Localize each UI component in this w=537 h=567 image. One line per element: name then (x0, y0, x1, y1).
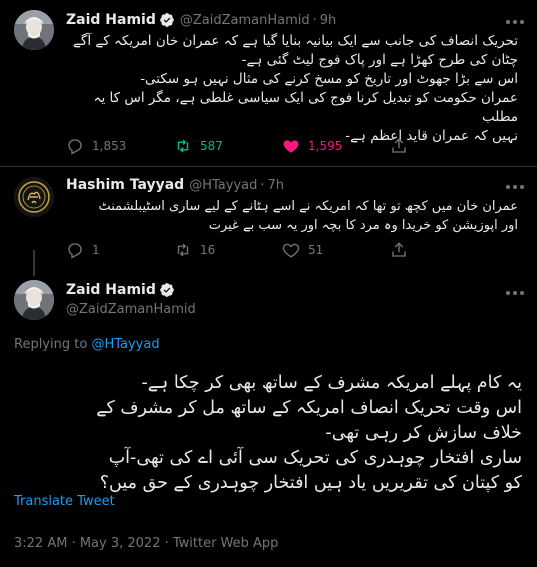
tweet-line: چٹان کی طرح کھڑا ہے اور پاک فوج لیٹ گئی … (241, 52, 518, 68)
like-count: 51 (308, 243, 324, 257)
tweet-meta[interactable]: 3:22 AM · May 3, 2022 · Twitter Web App (14, 536, 278, 551)
tweet-3-focused: Zaid Hamid @ZaidZamanHamid Replying to @… (0, 277, 537, 567)
retweet-button[interactable]: 16 (174, 241, 282, 259)
heart-icon (282, 243, 300, 258)
verified-badge-icon (160, 13, 174, 27)
reply-icon (68, 139, 82, 155)
timestamp[interactable]: 7h (268, 178, 285, 193)
reply-icon (68, 243, 82, 259)
tweet-2-actions: 1 16 51 (66, 241, 416, 259)
like-button[interactable]: 1,595 (282, 137, 390, 155)
tweet-2[interactable]: Hashim Tayyad @HTayyad · 7h عمران خان می… (0, 167, 537, 267)
tweet-line: خلاف سازش کر رہی تھی- (325, 423, 522, 443)
tweet-1-header: Zaid Hamid @ZaidZamanHamid · 9h (66, 12, 336, 28)
more-icon[interactable] (506, 185, 524, 189)
replying-to: Replying to @HTayyad (14, 337, 160, 352)
separator-dot: · (260, 177, 265, 193)
tweet-1[interactable]: Zaid Hamid @ZaidZamanHamid · 9h تحریک ان… (0, 0, 537, 165)
retweet-count: 16 (200, 243, 216, 257)
tweet-line: اس وقت تحریک انصاف امریکہ کے ساتھ مل کر … (96, 398, 522, 418)
tweet-line: ساری افتخار چوہدری کی تحریک سی آئی اے کی… (108, 448, 522, 468)
tweet-1-text: تحریک انصاف کی جانب سے ایک بیانیہ بنایا … (66, 32, 518, 146)
tweet-line: کو کپتان کی تقریریں یاد ہیں افتخار چوہدر… (99, 473, 522, 493)
more-icon[interactable] (506, 20, 524, 24)
tweet-line: تحریک انصاف کی جانب سے ایک بیانیہ بنایا … (72, 33, 518, 49)
tweet-line: اس سے بڑا جھوٹ اور تاریخ کو مسخ کرنے کی … (140, 71, 518, 87)
avatar-zaid-hamid[interactable] (14, 280, 54, 320)
tweet-line: اور اپوزیشن کو خریدا وہ مرد کا بچہ اور ی… (208, 218, 518, 233)
replying-to-label: Replying to (14, 337, 88, 352)
replying-to-handle[interactable]: @HTayyad (91, 337, 159, 352)
tweet-line: عمران حکومت کو تبدیل کرنا فوج کی ایک سیا… (93, 90, 518, 125)
handle[interactable]: @HTayyad (189, 178, 257, 193)
thread-connector (33, 250, 35, 276)
reply-count: 1 (92, 243, 100, 257)
tweet-3-header: Zaid Hamid (66, 282, 175, 298)
share-icon (392, 242, 406, 257)
separator-dot: · (312, 12, 317, 28)
tweet-line: یہ کام پہلے امریکہ مشرف کے ساتھ بھی کر چ… (141, 373, 522, 393)
timestamp[interactable]: 9h (320, 13, 337, 28)
share-button[interactable] (390, 137, 416, 155)
retweet-count: 587 (200, 139, 223, 153)
handle[interactable]: @ZaidZamanHamid (180, 13, 310, 28)
like-button[interactable]: 51 (282, 241, 390, 259)
avatar-zaid-hamid[interactable] (14, 10, 54, 50)
reply-button[interactable]: 1 (66, 241, 174, 259)
tweet-3-text: یہ کام پہلے امریکہ مشرف کے ساتھ بھی کر چ… (14, 371, 522, 496)
tweet-thread: Zaid Hamid @ZaidZamanHamid · 9h تحریک ان… (0, 0, 537, 567)
display-name[interactable]: Zaid Hamid (66, 12, 156, 28)
avatar-hashim-tayyad[interactable] (14, 177, 54, 217)
handle[interactable]: @ZaidZamanHamid (66, 302, 196, 317)
share-icon (392, 138, 406, 153)
display-name[interactable]: Zaid Hamid (66, 282, 156, 298)
retweet-icon (177, 243, 189, 257)
tweet-1-actions: 1,853 587 1,595 (66, 137, 416, 155)
heart-icon (283, 140, 299, 153)
display-name[interactable]: Hashim Tayyad (66, 177, 184, 193)
tweet-2-text: عمران خان میں کچھ تو تھا کہ امریکہ نے اس… (66, 197, 518, 235)
reply-count: 1,853 (92, 139, 127, 153)
tweet-2-header: Hashim Tayyad @HTayyad · 7h (66, 177, 284, 193)
translate-tweet-link[interactable]: Translate Tweet (14, 494, 115, 509)
avatar-image (14, 177, 54, 217)
share-button[interactable] (390, 241, 416, 259)
avatar-image (14, 10, 54, 50)
reply-button[interactable]: 1,853 (66, 137, 174, 155)
verified-badge-icon (160, 283, 174, 297)
more-icon[interactable] (506, 291, 524, 295)
like-count: 1,595 (308, 139, 343, 153)
avatar-image (14, 280, 54, 320)
tweet-line: عمران خان میں کچھ تو تھا کہ امریکہ نے اس… (98, 199, 518, 214)
retweet-button[interactable]: 587 (174, 137, 282, 155)
retweet-icon (177, 139, 189, 153)
